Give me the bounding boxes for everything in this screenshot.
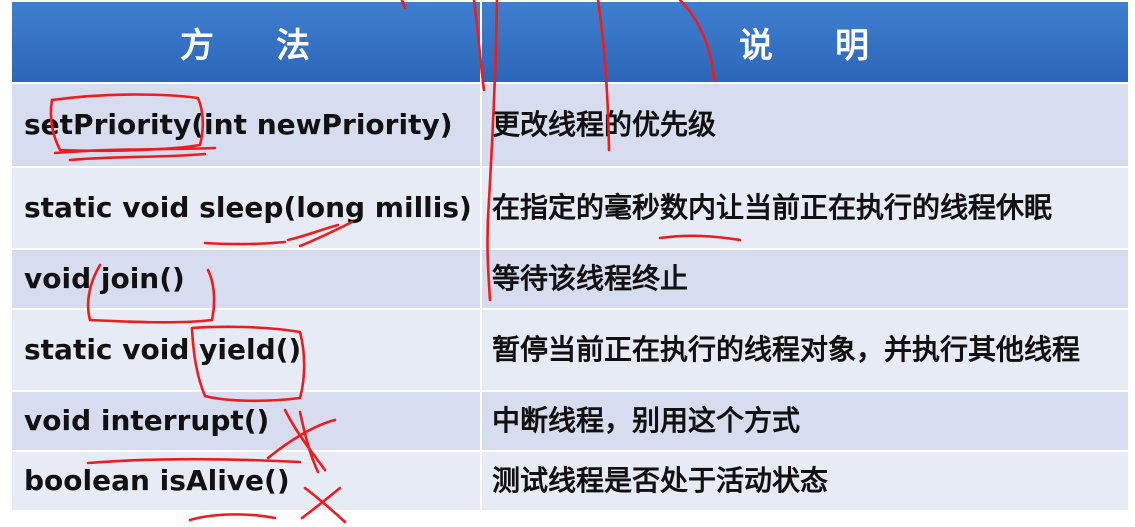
header-description-char-1: 说: [739, 25, 775, 66]
description-cell: 在指定的毫秒数内让当前正在执行的线程休眠: [480, 166, 1130, 250]
method-cell: boolean isAlive(): [10, 450, 482, 512]
header-method: 方法: [10, 0, 482, 84]
method-cell: setPriority(int newPriority): [10, 82, 482, 168]
description-cell: 暂停当前正在执行的线程对象，并执行其他线程: [480, 308, 1130, 392]
method-cell: static void sleep(long millis): [10, 166, 482, 250]
table-header-row: 方法 说明: [10, 0, 1130, 84]
description-cell: 更改线程的优先级: [480, 82, 1130, 168]
header-method-char-2: 法: [276, 25, 312, 66]
header-method-char-1: 方: [180, 25, 216, 66]
description-cell: 中断线程，别用这个方式: [480, 390, 1130, 452]
table-row: static void sleep(long millis) 在指定的毫秒数内让…: [10, 166, 1130, 250]
table-row: boolean isAlive() 测试线程是否处于活动状态: [10, 450, 1130, 512]
method-cell: static void yield(): [10, 308, 482, 392]
table-row: setPriority(int newPriority) 更改线程的优先级: [10, 82, 1130, 168]
annotation-stroke: [188, 513, 277, 522]
description-cell: 等待该线程终止: [480, 248, 1130, 310]
header-description-char-2: 明: [835, 25, 871, 66]
table-row: static void yield() 暂停当前正在执行的线程对象，并执行其他线…: [10, 308, 1130, 392]
header-description: 说明: [480, 0, 1130, 84]
slide: 方法 说明 setPriority(int newPriority) 更改线程的…: [0, 0, 1135, 527]
method-cell: void join(): [10, 248, 482, 310]
table-row: void interrupt() 中断线程，别用这个方式: [10, 390, 1130, 452]
table-row: void join() 等待该线程终止: [10, 248, 1130, 310]
thread-methods-table: 方法 说明 setPriority(int newPriority) 更改线程的…: [10, 0, 1130, 512]
method-cell: void interrupt(): [10, 390, 482, 452]
description-cell: 测试线程是否处于活动状态: [480, 450, 1130, 512]
